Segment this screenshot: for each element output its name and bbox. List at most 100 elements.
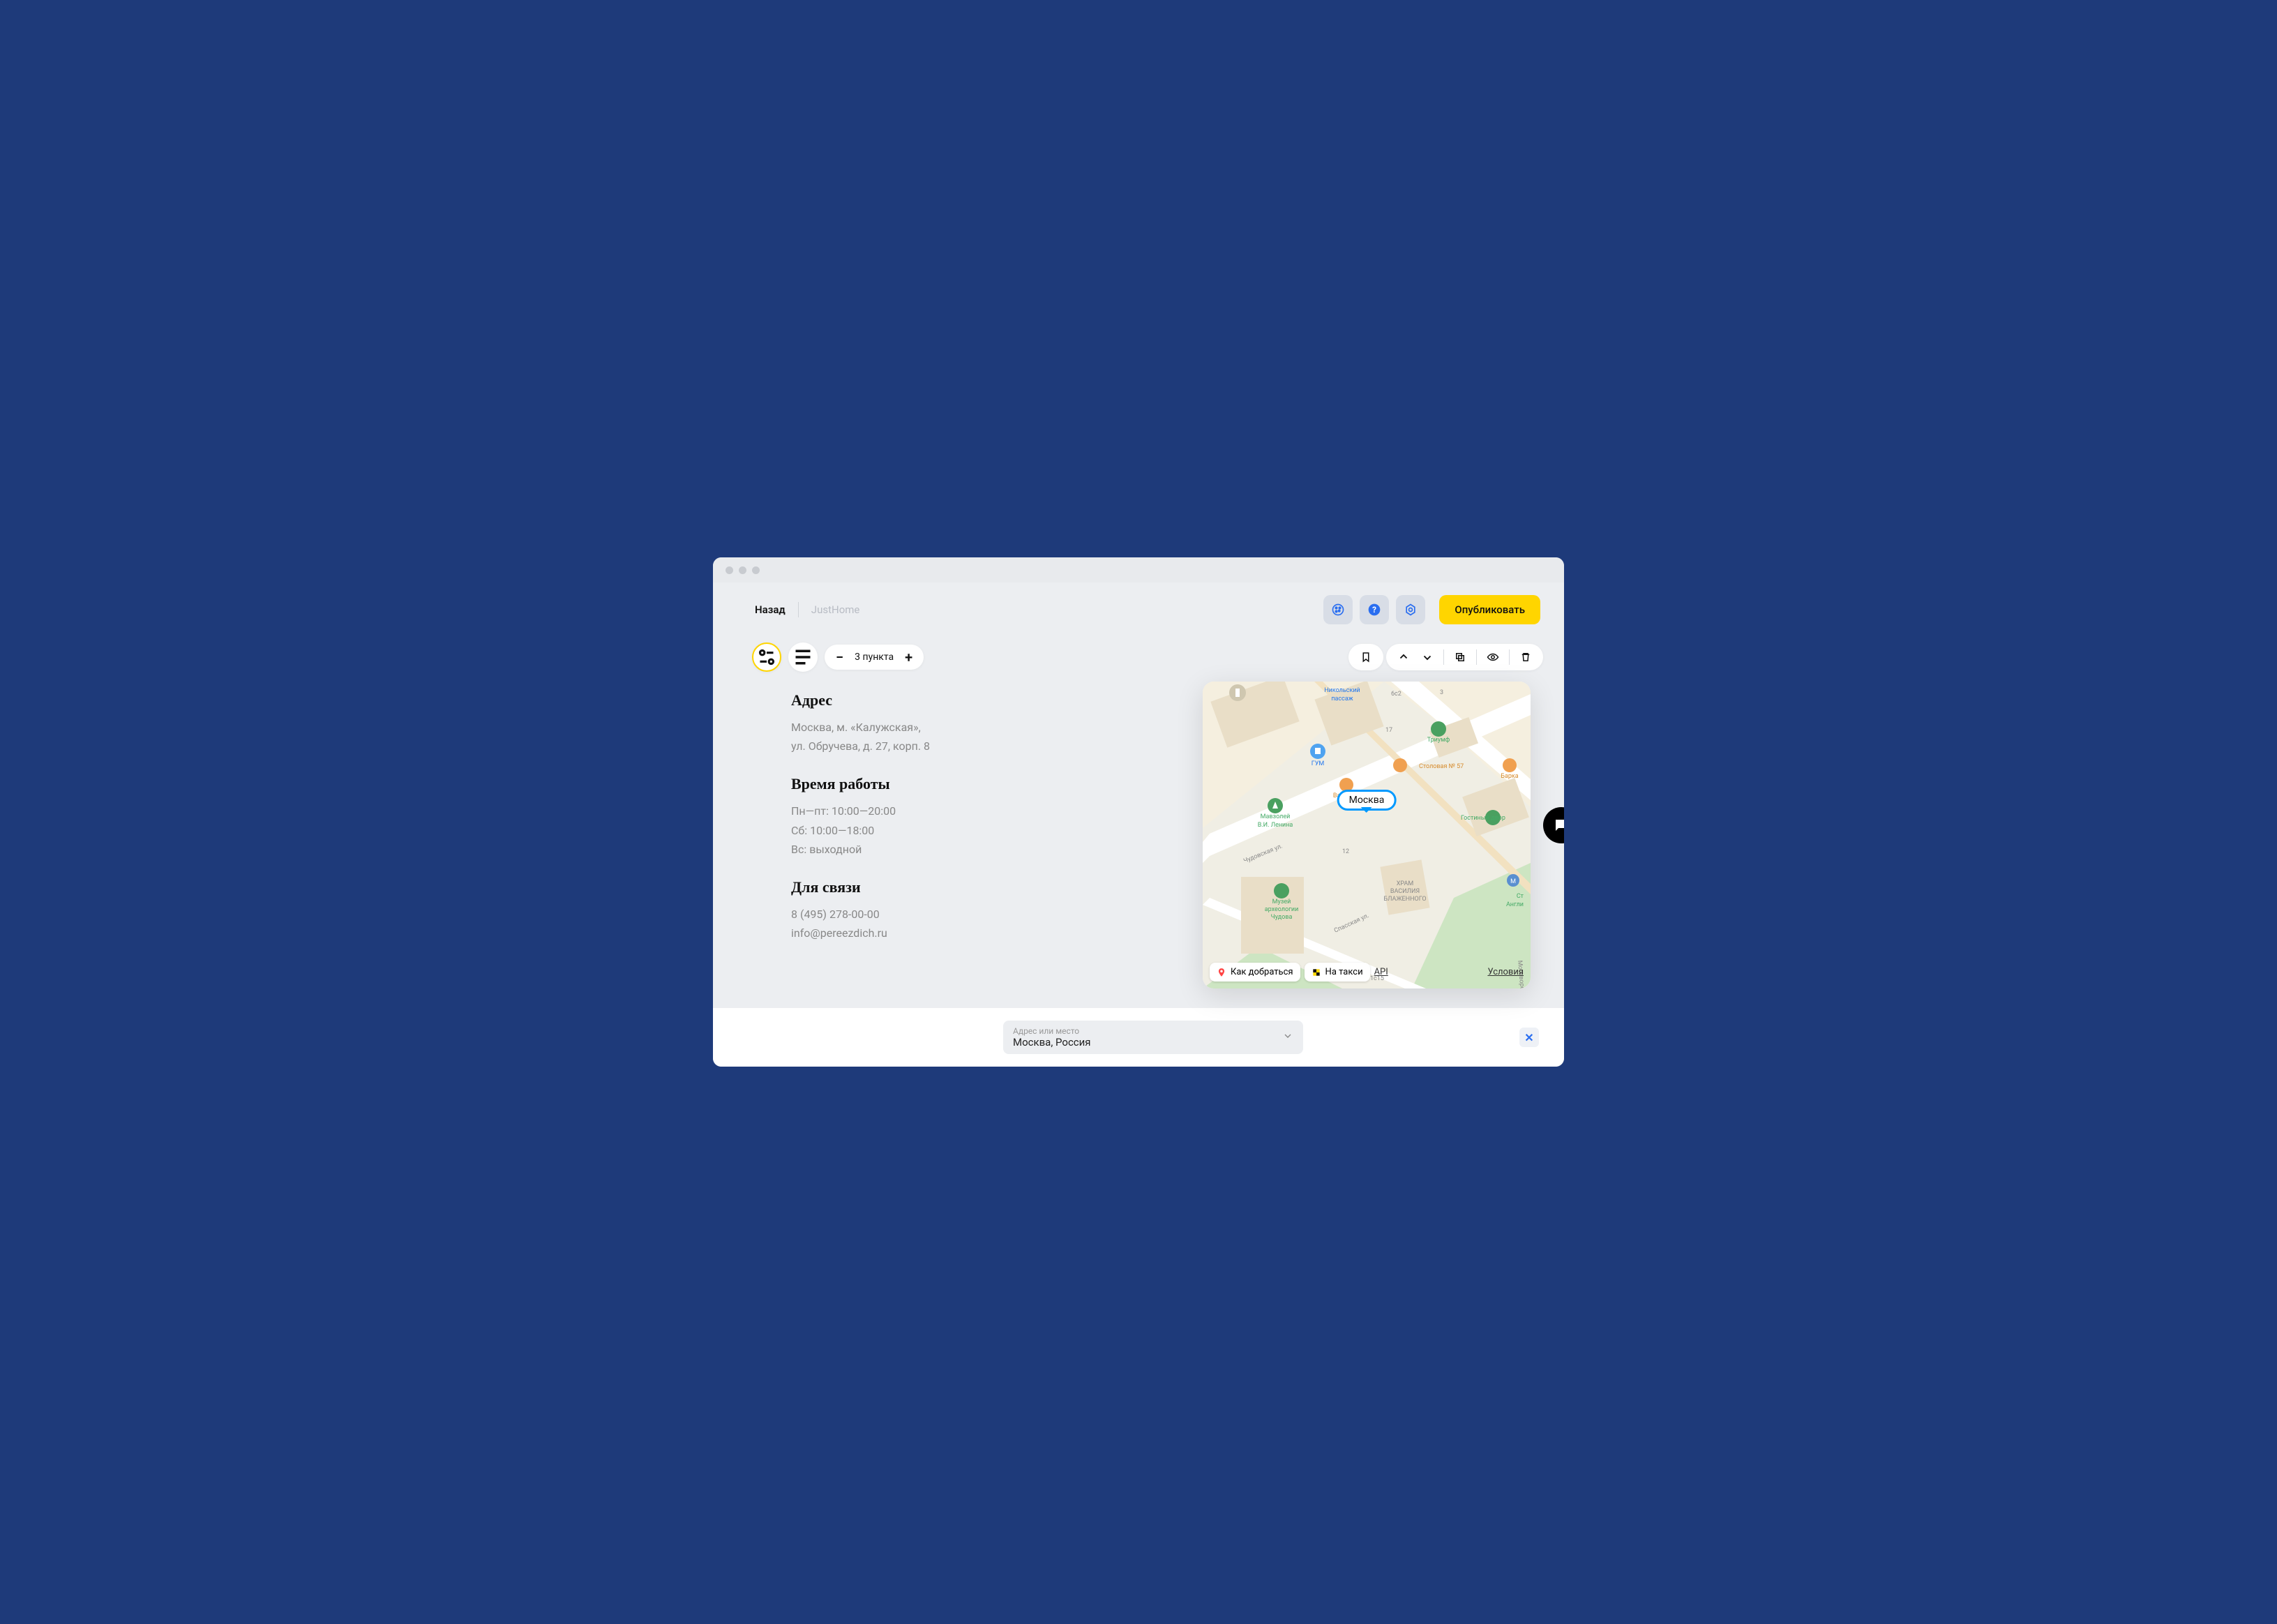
divider <box>798 602 799 617</box>
settings-button[interactable] <box>1396 595 1425 624</box>
terms-link[interactable]: Условия <box>1487 967 1524 977</box>
svg-text:В.И. Ленина: В.И. Ленина <box>1258 822 1293 829</box>
svg-text:Музей: Музей <box>1272 899 1291 905</box>
svg-text:пассаж: пассаж <box>1331 696 1353 702</box>
svg-text:Чудова: Чудова <box>1271 914 1293 921</box>
svg-text:17: 17 <box>1385 727 1392 734</box>
palette-icon <box>1331 603 1345 617</box>
plus-button[interactable]: + <box>905 649 912 666</box>
svg-text:Никольский: Никольский <box>1324 687 1360 694</box>
svg-text:Ст: Ст <box>1517 893 1524 900</box>
block-toolbar-row: − 3 пункта + <box>752 642 1543 672</box>
gear-icon <box>1404 603 1418 617</box>
dropdown-toggle[interactable] <box>1282 1030 1293 1044</box>
section-line: Вс: выходной <box>791 840 1017 859</box>
divider <box>1509 649 1510 665</box>
theme-button[interactable] <box>1323 595 1353 624</box>
map-pin[interactable]: Москва <box>1337 790 1397 811</box>
address-field[interactable]: Адрес или место Москва, Россия <box>1003 1021 1303 1054</box>
svg-text:M: M <box>1510 878 1516 885</box>
svg-text:ХРАМ: ХРАМ <box>1397 880 1414 887</box>
back-button[interactable]: Назад <box>755 603 786 616</box>
map-widget[interactable]: M Никольский пассаж ГУМ Barbosco Триумф … <box>1203 682 1531 988</box>
points-counter: − 3 пункта + <box>825 645 924 670</box>
chip-label: На такси <box>1325 967 1363 977</box>
chevron-down-icon <box>1421 651 1434 663</box>
chip-label: Как добраться <box>1231 967 1293 977</box>
svg-text:ГУМ: ГУМ <box>1312 760 1325 767</box>
section-line: Пн—пт: 10:00—20:00 <box>791 802 1017 820</box>
svg-text:Гостиный двор: Гостиный двор <box>1461 815 1505 822</box>
points-label: 3 пункта <box>855 652 894 663</box>
taxi-chip[interactable]: На такси <box>1305 963 1370 982</box>
layout-button-a[interactable] <box>752 642 781 672</box>
svg-text:Англи: Англи <box>1506 901 1524 908</box>
map-footer: Как добраться На такси API Условия <box>1210 963 1524 982</box>
bookmark-group <box>1348 644 1383 670</box>
window-titlebar <box>713 557 1564 582</box>
chat-icon <box>1553 817 1564 834</box>
svg-text:Барка: Барка <box>1501 773 1518 780</box>
svg-text:Триумф: Триумф <box>1427 737 1450 744</box>
help-icon: ? <box>1367 603 1381 617</box>
delete-button[interactable] <box>1515 647 1536 668</box>
section-line: 8 (495) 278-00-00 <box>791 905 1017 924</box>
close-button[interactable]: ✕ <box>1519 1028 1539 1047</box>
svg-text:БЛАЖЕННОГО: БЛАЖЕННОГО <box>1383 896 1426 903</box>
address-value: Москва, Россия <box>1013 1036 1091 1048</box>
help-button[interactable]: ? <box>1360 595 1389 624</box>
copy-icon <box>1454 651 1466 663</box>
map-surface[interactable]: M Никольский пассаж ГУМ Barbosco Триумф … <box>1203 682 1531 988</box>
chat-fab[interactable] <box>1543 807 1564 843</box>
editor-content: − 3 пункта + <box>713 633 1564 1008</box>
pin-label: Москва <box>1337 790 1397 811</box>
chevron-up-icon <box>1397 651 1410 663</box>
svg-text:ВАСИЛИЯ: ВАСИЛИЯ <box>1390 888 1420 895</box>
bottom-bar: Адрес или место Москва, Россия ✕ <box>713 1008 1564 1067</box>
site-name: JustHome <box>811 603 860 616</box>
address-label: Адрес или место <box>1013 1026 1091 1036</box>
window-dot <box>739 566 746 574</box>
section-line: info@pereezdich.ru <box>791 924 1017 942</box>
section-line: Москва, м. «Калужская», <box>791 718 1017 737</box>
section-heading: Для связи <box>791 878 1017 896</box>
svg-text:12: 12 <box>1342 848 1349 855</box>
section-heading: Адрес <box>791 691 1017 709</box>
duplicate-button[interactable] <box>1450 647 1471 668</box>
move-up-button[interactable] <box>1393 647 1414 668</box>
svg-text:археологии: археологии <box>1265 906 1299 913</box>
block-actions-group <box>1386 644 1543 670</box>
top-bar: Назад JustHome ? Опубликовать <box>713 582 1564 633</box>
move-down-button[interactable] <box>1417 647 1438 668</box>
publish-button[interactable]: Опубликовать <box>1439 595 1540 624</box>
eye-icon <box>1487 651 1499 663</box>
chevron-down-icon <box>1282 1030 1293 1042</box>
pin-icon <box>1217 968 1226 977</box>
directions-chip[interactable]: Как добраться <box>1210 963 1300 982</box>
svg-text:Столовая № 57: Столовая № 57 <box>1419 763 1464 770</box>
svg-text:Мавзолей: Мавзолей <box>1261 813 1291 820</box>
window-dot <box>752 566 760 574</box>
visibility-button[interactable] <box>1482 647 1503 668</box>
svg-text:3: 3 <box>1440 689 1443 696</box>
bookmark-icon <box>1360 651 1372 663</box>
app-window: Назад JustHome ? Опубликовать <box>713 557 1564 1067</box>
contacts-section: Для связи 8 (495) 278-00-00 info@pereezd… <box>791 878 1017 942</box>
minus-button[interactable]: − <box>836 649 843 666</box>
section-line: ул. Обручева, д. 27, корп. 8 <box>791 737 1017 755</box>
sliders-icon <box>753 644 780 670</box>
section-heading: Время работы <box>791 775 1017 793</box>
divider <box>1476 649 1477 665</box>
divider <box>1443 649 1444 665</box>
svg-text:?: ? <box>1372 605 1376 615</box>
info-column: Адрес Москва, м. «Калужская», ул. Обруче… <box>752 691 1017 988</box>
layout-button-b[interactable] <box>788 642 818 672</box>
list-icon <box>788 642 818 672</box>
hours-section: Время работы Пн—пт: 10:00—20:00 Сб: 10:0… <box>791 775 1017 859</box>
svg-text:6c2: 6c2 <box>1391 691 1401 698</box>
trash-icon <box>1519 651 1532 663</box>
api-link[interactable]: API <box>1374 967 1388 977</box>
taxi-icon <box>1312 968 1321 977</box>
address-section: Адрес Москва, м. «Калужская», ул. Обруче… <box>791 691 1017 755</box>
bookmark-button[interactable] <box>1355 647 1376 668</box>
